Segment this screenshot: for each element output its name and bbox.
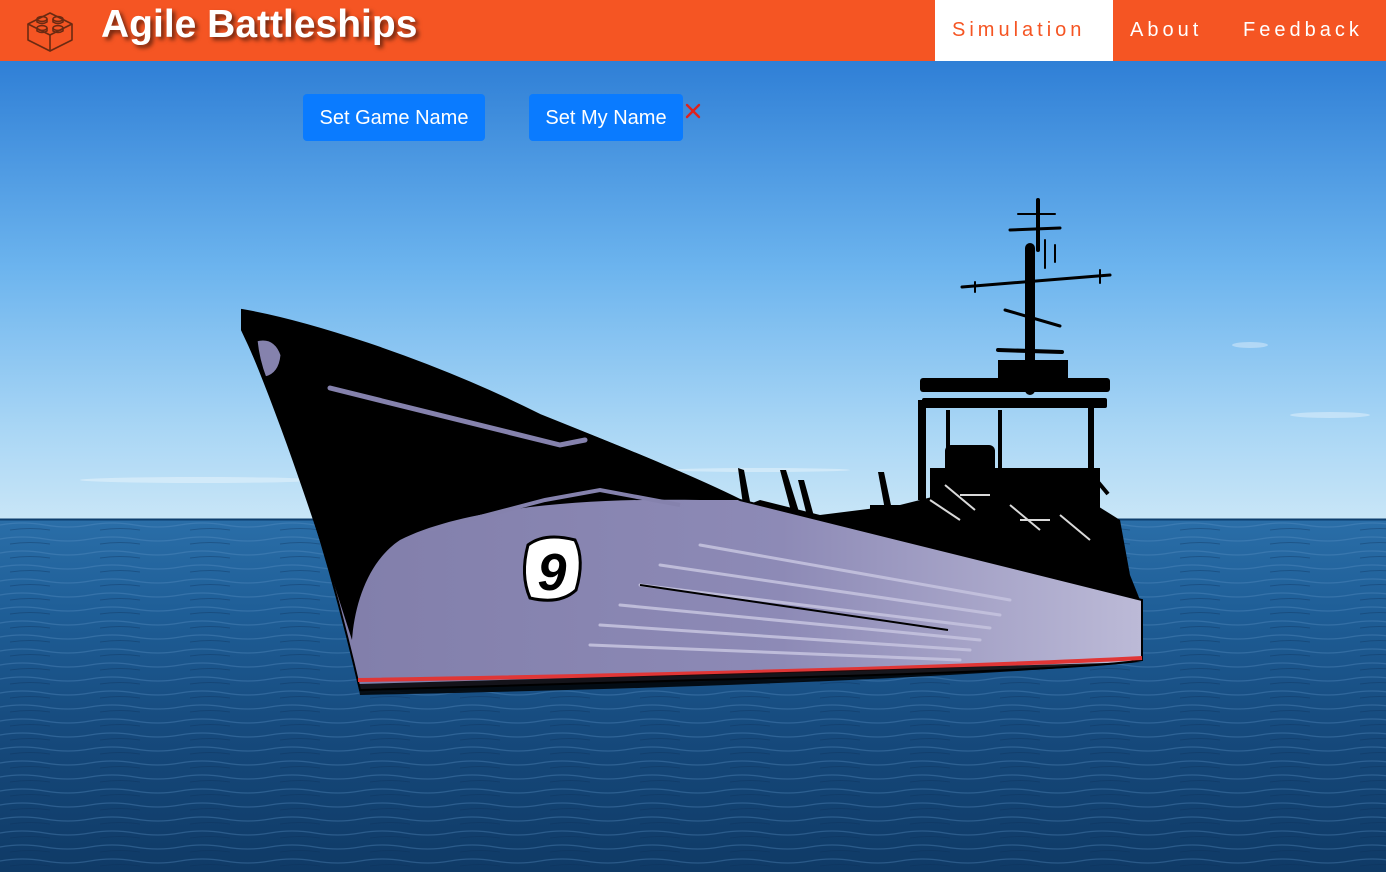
set-my-name-button[interactable]: Set My Name bbox=[529, 94, 683, 141]
battleship-scene: 9 bbox=[0, 61, 1386, 872]
app-title: Agile Battleships bbox=[101, 3, 418, 46]
nav-tabs: Simulation About Feedback bbox=[935, 0, 1386, 61]
svg-text:9: 9 bbox=[538, 544, 567, 602]
top-navbar: Agile Battleships Simulation About Feedb… bbox=[0, 0, 1386, 61]
set-game-name-button[interactable]: Set Game Name bbox=[303, 94, 485, 141]
tab-feedback[interactable]: Feedback bbox=[1243, 0, 1386, 61]
hull-number: 9 bbox=[523, 535, 582, 602]
tab-about[interactable]: About bbox=[1113, 0, 1243, 61]
close-icon[interactable] bbox=[684, 102, 702, 120]
lego-brick-icon bbox=[27, 12, 73, 52]
page: Agile Battleships Simulation About Feedb… bbox=[0, 0, 1386, 872]
ocean-background: 9 bbox=[0, 61, 1386, 872]
tab-simulation[interactable]: Simulation bbox=[935, 0, 1113, 61]
